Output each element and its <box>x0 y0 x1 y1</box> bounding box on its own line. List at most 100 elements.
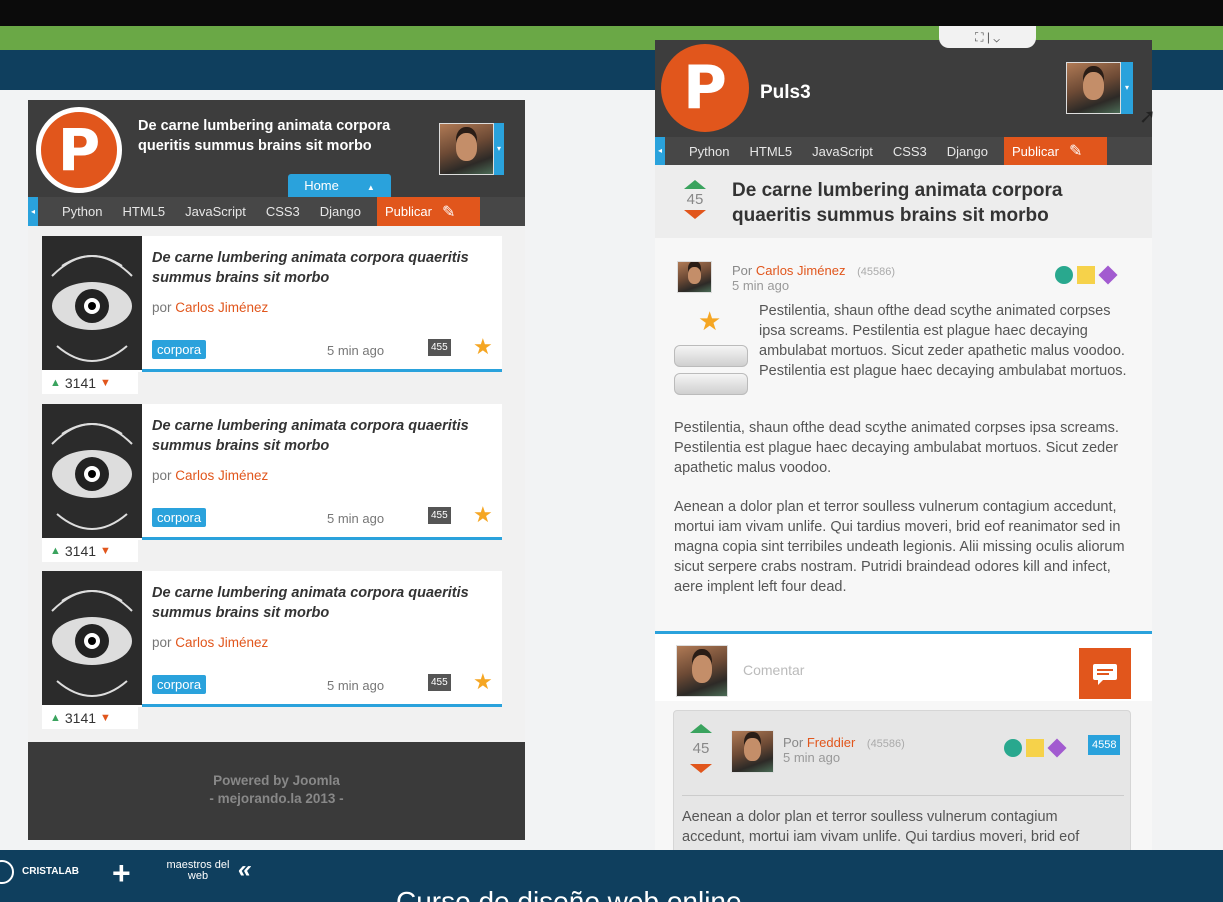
downvote-icon[interactable]: ▼ <box>100 712 111 724</box>
submit-comment-button[interactable] <box>1079 648 1131 699</box>
post-title-bar: 45 De carne lumbering animata corpora qu… <box>655 165 1152 238</box>
vote-count: 3141 <box>64 375 97 391</box>
upvote-icon[interactable] <box>690 724 712 733</box>
upvote-icon[interactable] <box>684 180 706 189</box>
nav-python[interactable]: Python <box>689 144 729 159</box>
comment-count-badge[interactable]: 455 <box>428 339 451 356</box>
mouse-cursor-icon: ➚ <box>1139 106 1156 128</box>
post-paragraph-1: Pestilentia, shaun ofthe dead scythe ani… <box>759 303 1127 379</box>
diamond-icon[interactable] <box>1047 738 1067 758</box>
post-card[interactable]: De carne lumbering animata corpora quaer… <box>42 571 502 707</box>
star-icon[interactable]: ★ <box>473 669 493 695</box>
nav-javascript[interactable]: JavaScript <box>812 144 873 159</box>
post-time: 5 min ago <box>327 678 385 693</box>
square-icon[interactable] <box>1026 739 1044 757</box>
post-title[interactable]: De carne lumbering animata corpora quaer… <box>152 248 487 288</box>
home-tab-label: Home <box>304 178 339 193</box>
action-button-1[interactable] <box>674 345 748 367</box>
star-icon[interactable]: ★ <box>473 334 493 360</box>
post-title[interactable]: De carne lumbering animata corpora quaer… <box>152 416 487 456</box>
nav-python[interactable]: Python <box>62 204 102 219</box>
footer-credit: - mejorando.la 2013 - <box>209 791 344 806</box>
by-label: por <box>152 635 172 650</box>
downvote-icon[interactable]: ▼ <box>100 377 111 389</box>
nav-scroll-left[interactable]: ◂ <box>655 137 665 165</box>
publish-button[interactable]: Publicar ✎ <box>1003 137 1107 165</box>
reply-avatar[interactable] <box>731 730 774 773</box>
nav-html5[interactable]: HTML5 <box>749 144 792 159</box>
expand-icon[interactable]: ⛶ <box>975 30 983 44</box>
category-tag[interactable]: corpora <box>152 675 207 694</box>
left-nav-bar: ◂ Python HTML5 JavaScript CSS3 Django Pu… <box>28 197 525 226</box>
author-link[interactable]: Carlos Jiménez <box>756 263 846 278</box>
post-card[interactable]: De carne lumbering animata corpora quaer… <box>42 236 502 372</box>
reply-count-badge[interactable]: 4558 <box>1088 735 1121 755</box>
circle-icon[interactable] <box>1055 266 1073 284</box>
chevron-up-icon: ▲ <box>366 183 375 192</box>
window-controls[interactable]: ⛶ | ⌄ <box>939 26 1036 48</box>
category-tag[interactable]: corpora <box>152 340 207 359</box>
author-link[interactable]: Carlos Jiménez <box>175 468 268 483</box>
action-button-2[interactable] <box>674 373 748 395</box>
avatar-dropdown-icon[interactable]: ▾ <box>494 123 504 175</box>
upvote-icon[interactable]: ▲ <box>50 712 61 724</box>
nav-css3[interactable]: CSS3 <box>893 144 927 159</box>
post-byline: por Carlos Jiménez <box>152 300 268 315</box>
vote-count: 45 <box>686 191 704 208</box>
post-time: 5 min ago <box>327 511 385 526</box>
brand-cristalab: CRISTALAB <box>22 866 80 877</box>
diamond-icon[interactable] <box>1098 265 1118 285</box>
bottom-banner: CRISTALAB + maestros del web « Curso de … <box>0 850 1223 902</box>
nav-django[interactable]: Django <box>320 204 361 219</box>
post-byline: Por Carlos Jiménez (45586) 5 min ago <box>732 263 895 293</box>
nav-javascript[interactable]: JavaScript <box>185 204 246 219</box>
card-divider <box>142 537 502 540</box>
avatar[interactable] <box>439 123 494 175</box>
logo[interactable]: P <box>36 107 122 193</box>
publish-button[interactable]: Publicar ✎ <box>376 197 480 226</box>
comment-count-badge[interactable]: 455 <box>428 507 451 524</box>
avatar-dropdown-icon[interactable]: ▾ <box>1121 62 1133 114</box>
author-link[interactable]: Carlos Jiménez <box>175 300 268 315</box>
nav-html5[interactable]: HTML5 <box>122 204 165 219</box>
brand-maestros: maestros del web <box>166 859 230 882</box>
author-link[interactable]: Carlos Jiménez <box>175 635 268 650</box>
post-title: De carne lumbering animata corpora quaer… <box>732 180 1063 226</box>
nav-scroll-left[interactable]: ◂ <box>28 197 38 226</box>
category-tag[interactable]: corpora <box>152 508 207 527</box>
post-title[interactable]: De carne lumbering animata corpora quaer… <box>152 583 487 623</box>
user-avatar[interactable] <box>676 645 728 697</box>
avatar[interactable] <box>1066 62 1121 114</box>
author-link[interactable]: Freddier <box>807 735 855 750</box>
star-icon[interactable]: ★ <box>473 502 493 528</box>
home-tab[interactable]: Home ▲ <box>288 174 391 197</box>
top-black-bar <box>0 0 1223 26</box>
pen-icon: ✎ <box>441 203 456 221</box>
upvote-icon[interactable]: ▲ <box>50 545 61 557</box>
by-label: por <box>152 300 172 315</box>
downvote-icon[interactable] <box>684 210 706 219</box>
author-avatar[interactable] <box>677 261 712 293</box>
star-icon[interactable]: ★ <box>698 306 721 337</box>
vote-count: 3141 <box>64 543 97 559</box>
logo[interactable]: P <box>661 44 749 132</box>
nav-css3[interactable]: CSS3 <box>266 204 300 219</box>
author-id: (45586) <box>857 266 895 278</box>
chevron-down-icon[interactable]: ⌄ <box>993 30 999 44</box>
card-divider <box>142 704 502 707</box>
post-thumbnail <box>42 571 142 705</box>
downvote-icon[interactable] <box>690 764 712 773</box>
upvote-icon[interactable]: ▲ <box>50 377 61 389</box>
comment-count-badge[interactable]: 455 <box>428 674 451 691</box>
post-card[interactable]: De carne lumbering animata corpora quaer… <box>42 404 502 540</box>
downvote-icon[interactable]: ▼ <box>100 545 111 557</box>
comment-input[interactable]: Comentar <box>743 662 1063 678</box>
pen-icon: ✎ <box>1068 143 1083 160</box>
square-icon[interactable] <box>1077 266 1095 284</box>
circle-icon[interactable] <box>1004 739 1022 757</box>
post-paragraph-2: Pestilentia, shaun ofthe dead scythe ani… <box>674 420 1119 476</box>
vote-count: 3141 <box>64 710 97 726</box>
brand-name[interactable]: Puls3 <box>760 82 811 104</box>
left-footer: Powered by Joomla - mejorando.la 2013 - <box>28 742 525 840</box>
nav-django[interactable]: Django <box>947 144 988 159</box>
